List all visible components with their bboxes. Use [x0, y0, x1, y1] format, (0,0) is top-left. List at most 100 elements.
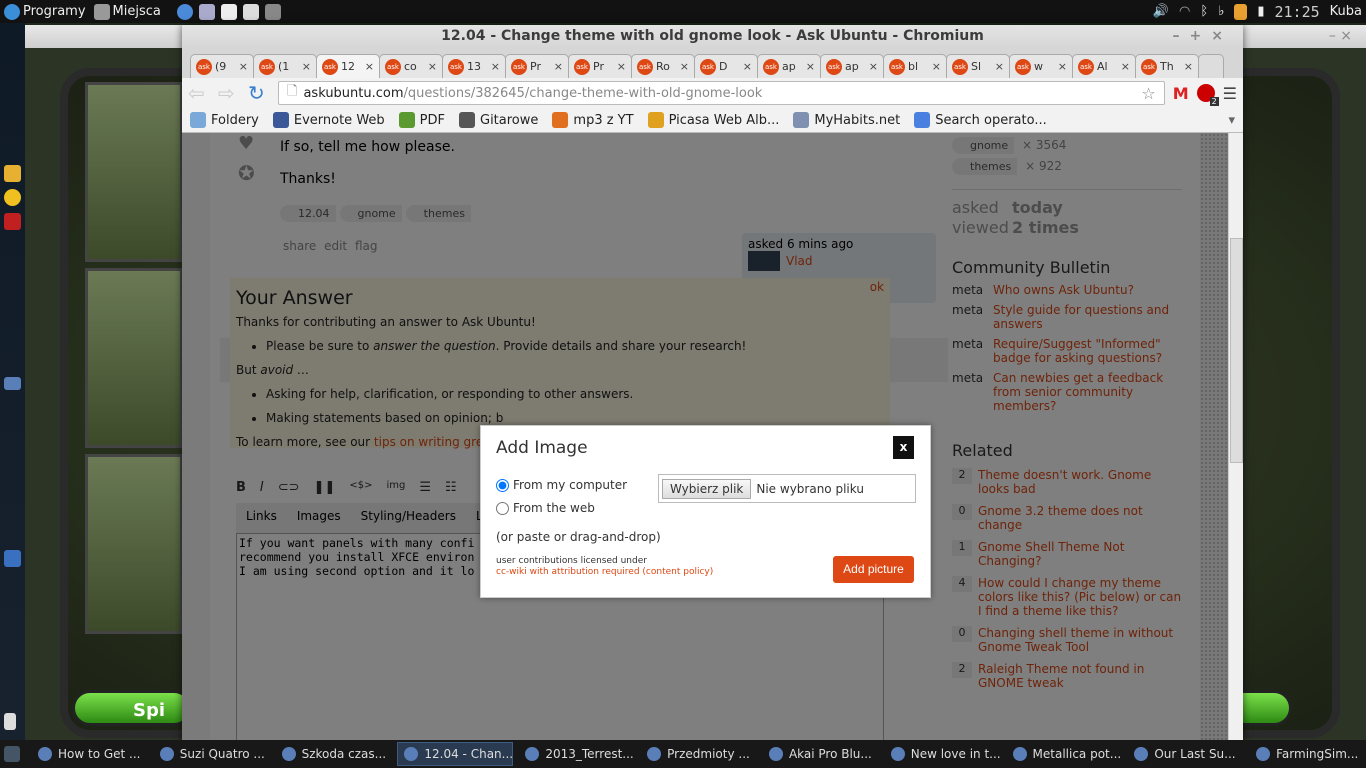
filezilla-icon[interactable]: [4, 213, 21, 230]
browser-tab[interactable]: ask bl ×: [883, 54, 947, 78]
tab-close-icon[interactable]: ×: [932, 60, 941, 73]
taskbar-item[interactable]: Przedmioty ...: [641, 742, 757, 766]
taskbar-item[interactable]: Szkoda czas...: [276, 742, 392, 766]
tab-close-icon[interactable]: ×: [554, 60, 563, 73]
tab-close-icon[interactable]: ×: [806, 60, 815, 73]
reload-button[interactable]: ↻: [248, 81, 270, 105]
vertical-scrollbar[interactable]: [1228, 133, 1243, 745]
wifi-icon[interactable]: ◠: [1179, 4, 1190, 19]
from-computer-radio[interactable]: From my computer: [496, 474, 627, 497]
browser-tab[interactable]: ask Ro ×: [631, 54, 695, 78]
file-input[interactable]: Wybierz plik Nie wybrano pliku: [658, 474, 916, 503]
bookmark-item[interactable]: Foldery: [190, 112, 259, 128]
tab-close-icon[interactable]: ×: [1121, 60, 1130, 73]
browser-tab[interactable]: ask 13 ×: [442, 54, 506, 78]
forward-button[interactable]: ⇨: [218, 81, 240, 105]
browser-tab[interactable]: ask (1 ×: [253, 54, 317, 78]
choose-file-button[interactable]: Wybierz plik: [662, 478, 752, 499]
bookmarks-overflow-icon[interactable]: ▾: [1228, 113, 1235, 128]
taskbar-item[interactable]: Suzi Quatro ...: [154, 742, 270, 766]
tab-close-icon[interactable]: ×: [617, 60, 626, 73]
license-link[interactable]: cc-wiki with attribution required (conte…: [496, 567, 713, 577]
game-button[interactable]: [1240, 690, 1292, 726]
banshee-launcher-icon[interactable]: [198, 3, 215, 20]
tab-favicon-icon: ask: [700, 58, 716, 75]
bookmark-star-icon[interactable]: ☆: [1141, 84, 1155, 103]
scrollbar-thumb[interactable]: [1230, 238, 1243, 463]
tab-close-icon[interactable]: ×: [1058, 60, 1067, 73]
bookmark-item[interactable]: mp3 z YT: [552, 112, 634, 128]
tab-close-icon[interactable]: ×: [239, 60, 248, 73]
battery-icon[interactable]: ▮: [1257, 4, 1264, 19]
show-desktop-icon[interactable]: [4, 746, 20, 762]
menu-icon[interactable]: ☰: [1223, 84, 1237, 103]
windows-icon[interactable]: [4, 550, 21, 567]
taskbar-item[interactable]: Akai Pro Blu...: [763, 742, 879, 766]
taskbar-item[interactable]: Metallica pot...: [1007, 742, 1123, 766]
apps-menu[interactable]: Programy: [4, 3, 86, 20]
browser-tab[interactable]: ask Th ×: [1135, 54, 1199, 78]
tab-close-icon[interactable]: ×: [995, 60, 1004, 73]
dock-app-icon[interactable]: [4, 189, 21, 206]
tab-close-icon[interactable]: ×: [680, 60, 689, 73]
bookmark-item[interactable]: MyHabits.net: [793, 112, 900, 128]
game-thumbnail[interactable]: [85, 268, 183, 448]
browser-tab[interactable]: ask Al ×: [1072, 54, 1136, 78]
dock-app-icon[interactable]: [4, 377, 21, 390]
game-play-button[interactable]: Spi: [72, 690, 192, 726]
bookmark-item[interactable]: Picasa Web Alb...: [647, 112, 779, 128]
chromium-launcher-icon[interactable]: [176, 3, 193, 20]
bookmark-item[interactable]: PDF: [398, 112, 445, 128]
browser-tab[interactable]: ask Pr ×: [505, 54, 569, 78]
from-web-radio[interactable]: From the web: [496, 497, 627, 520]
new-tab-button[interactable]: [1198, 54, 1224, 78]
taskbar-item[interactable]: How to Get ...: [32, 742, 148, 766]
window-controls[interactable]: –+×: [1173, 25, 1233, 48]
banshee-tray-icon[interactable]: ♭: [1218, 4, 1224, 19]
window-titlebar[interactable]: 12.04 - Change theme with old gnome look…: [182, 25, 1243, 48]
back-button[interactable]: ⇦: [188, 81, 210, 105]
document-launcher-icon[interactable]: [220, 3, 237, 20]
calculator-launcher-icon[interactable]: [264, 3, 281, 20]
browser-tab[interactable]: ask w ×: [1009, 54, 1073, 78]
browser-tab[interactable]: ask ap ×: [757, 54, 821, 78]
places-menu[interactable]: Miejsca: [93, 3, 161, 20]
taskbar-item[interactable]: Our Last Su...: [1128, 742, 1244, 766]
game-thumbnail[interactable]: [85, 82, 183, 262]
close-button[interactable]: x: [893, 436, 914, 459]
dock-app-icon[interactable]: [4, 165, 21, 182]
tab-close-icon[interactable]: ×: [365, 60, 374, 73]
browser-tab[interactable]: ask Sl ×: [946, 54, 1010, 78]
user-menu[interactable]: Kuba: [1330, 4, 1362, 19]
browser-tab[interactable]: ask co ×: [379, 54, 443, 78]
clock[interactable]: 21:25: [1275, 3, 1320, 21]
taskbar-item[interactable]: 12.04 - Chan...: [397, 742, 514, 766]
add-picture-button[interactable]: Add picture: [833, 556, 914, 583]
bookmark-item[interactable]: Evernote Web: [272, 112, 385, 128]
volume-icon[interactable]: 🔊: [1153, 4, 1169, 19]
clipboard-icon[interactable]: [1234, 3, 1248, 20]
bookmark-item[interactable]: Gitarowe: [459, 112, 538, 128]
browser-tab[interactable]: ask ap ×: [820, 54, 884, 78]
taskbar-item[interactable]: FarmingSim...: [1250, 742, 1366, 766]
tab-close-icon[interactable]: ×: [302, 60, 311, 73]
browser-tab[interactable]: ask (9 ×: [190, 54, 254, 78]
browser-tab[interactable]: ask 12 ×: [316, 54, 380, 78]
adblock-extension-icon[interactable]: 2: [1196, 84, 1219, 106]
bookmark-item[interactable]: Search operato...: [914, 112, 1047, 128]
tab-close-icon[interactable]: ×: [1184, 60, 1193, 73]
dock-app-icon[interactable]: [4, 713, 16, 730]
taskbar-item[interactable]: New love in t...: [885, 742, 1001, 766]
text-editor-launcher-icon[interactable]: [242, 3, 259, 20]
tab-close-icon[interactable]: ×: [869, 60, 878, 73]
tab-close-icon[interactable]: ×: [491, 60, 500, 73]
bluetooth-icon[interactable]: ᛒ: [1200, 4, 1208, 19]
tab-close-icon[interactable]: ×: [428, 60, 437, 73]
tab-close-icon[interactable]: ×: [743, 60, 752, 73]
browser-tab[interactable]: ask Pr ×: [568, 54, 632, 78]
taskbar-item[interactable]: 2013_Terrest...: [519, 742, 635, 766]
game-thumbnail[interactable]: [85, 454, 183, 634]
browser-tab[interactable]: ask D ×: [694, 54, 758, 78]
address-bar[interactable]: 🗋 askubuntu.com/questions/382645/change-t…: [278, 81, 1165, 105]
gmail-extension-icon[interactable]: M: [1173, 84, 1189, 103]
